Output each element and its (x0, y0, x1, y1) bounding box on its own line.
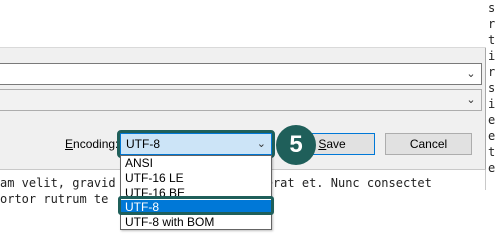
cancel-button[interactable]: Cancel (385, 133, 472, 155)
dialog-content-area (0, 0, 486, 48)
editor-char: t (488, 33, 496, 47)
editor-char: s (488, 1, 496, 15)
editor-char: t (488, 145, 496, 159)
chevron-down-icon[interactable]: ⌄ (465, 67, 477, 81)
encoding-dropdown-list: ANSI UTF-16 LE UTF-16 BE UTF-8 UTF-8 wit… (120, 155, 272, 230)
editor-text-line: ortor rutrum te (0, 192, 120, 206)
editor-char: i (488, 97, 496, 111)
editor-char: e (488, 161, 496, 175)
encoding-option[interactable]: UTF-8 with BOM (121, 215, 271, 230)
file-name-field[interactable]: ⌄ (0, 63, 482, 85)
save-as-type-select[interactable]: ⌄ (0, 89, 482, 111)
editor-char: e (488, 129, 496, 143)
editor-text-segment: ortor rutrum te (0, 192, 109, 206)
step-number-badge: 5 (276, 125, 316, 165)
editor-text-segment: am velit, gravid (0, 176, 116, 190)
encoding-option[interactable]: ANSI (121, 156, 271, 171)
editor-char: r (488, 17, 496, 31)
save-as-dialog: ⌄ ⌄ Encoding: UTF-8 ⌄ Save Cancel 5 (0, 0, 486, 170)
editor-right-edge-text: s r t i r s i e e t e (488, 0, 497, 190)
encoding-option[interactable]: UTF-16 LE (121, 171, 271, 186)
editor-char: r (488, 65, 496, 79)
chevron-down-icon[interactable]: ⌄ (465, 93, 477, 107)
editor-char: i (488, 49, 496, 63)
encoding-label: Encoding: (65, 137, 119, 151)
editor-char: e (488, 113, 496, 127)
encoding-callout-frame (117, 130, 275, 158)
selected-option-callout-frame (118, 196, 274, 215)
editor-char: s (488, 81, 496, 95)
